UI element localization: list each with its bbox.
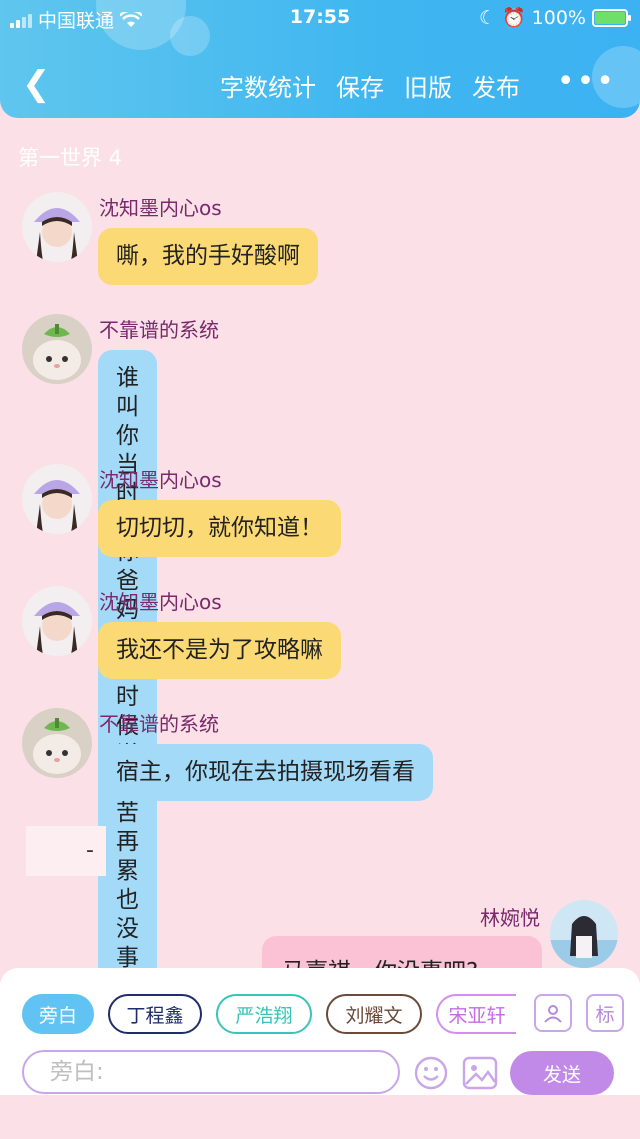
avatar-right[interactable] [550, 900, 618, 968]
bottom-safe-area [0, 1095, 640, 1139]
alarm-icon: ⏰ [502, 7, 526, 29]
role-chip-liu[interactable]: 刘耀文 [326, 994, 422, 1034]
nav-bar: ❮ 字数统计 保存 旧版 发布 ••• [0, 64, 640, 104]
character-icon[interactable] [534, 994, 572, 1032]
image-icon[interactable] [462, 1056, 498, 1090]
placeholder-message[interactable]: - [26, 826, 106, 876]
sender-name: 沈知墨内心os [99, 196, 222, 220]
battery-icon [592, 8, 631, 27]
message-bubble[interactable]: 嘶，我的手好酸啊 [98, 228, 318, 285]
avatar[interactable] [22, 192, 92, 262]
message-input[interactable]: 旁白: [22, 1050, 400, 1094]
role-chip-yan[interactable]: 严浩翔 [216, 994, 312, 1034]
sender-name-right: 林婉悦 [480, 906, 540, 930]
save-button[interactable]: 保存 [336, 68, 384, 103]
avatar[interactable] [22, 708, 92, 778]
publish-button[interactable]: 发布 [472, 68, 520, 103]
battery-percent: 100% [531, 6, 586, 29]
role-chips: 旁白 丁程鑫 严浩翔 刘耀文 宋亚轩 [22, 994, 516, 1034]
world-label: 第一世界 4 [18, 146, 123, 170]
role-chip-ding[interactable]: 丁程鑫 [108, 994, 202, 1034]
sender-name: 沈知墨内心os [99, 590, 222, 614]
status-bar: 中国联通 17:55 ☾ ⏰ 100% [0, 6, 640, 32]
word-count-button[interactable]: 字数统计 [220, 68, 316, 103]
message-bubble[interactable]: 切切切，就你知道！ [98, 500, 341, 557]
back-icon[interactable]: ❮ [22, 66, 51, 102]
old-version-button[interactable]: 旧版 [404, 68, 452, 103]
moon-icon: ☾ [478, 6, 496, 29]
role-chip-song[interactable]: 宋亚轩 [436, 994, 516, 1034]
more-icon[interactable]: ••• [557, 64, 616, 99]
avatar[interactable] [22, 314, 92, 384]
avatar[interactable] [22, 586, 92, 656]
send-button[interactable]: 发送 [510, 1051, 614, 1095]
emoji-icon[interactable] [414, 1056, 448, 1090]
message-bubble[interactable]: 谁叫你当时跟你爸妈说的时候说 再苦再累也没事的 [98, 350, 157, 1016]
dash-text: - [86, 838, 94, 863]
sender-name: 沈知墨内心os [99, 468, 222, 492]
sender-name: 不靠谱的系统 [99, 712, 219, 736]
role-chip-narration[interactable]: 旁白 [22, 994, 94, 1034]
compose-panel: 旁白 丁程鑫 严浩翔 刘耀文 宋亚轩 标 旁白: 发送 [0, 968, 640, 1095]
message-bubble[interactable]: 宿主，你现在去拍摄现场看看 [98, 744, 433, 801]
message-bubble[interactable]: 我还不是为了攻略嘛 [98, 622, 341, 679]
tag-icon[interactable]: 标 [586, 994, 624, 1032]
top-bar: 中国联通 17:55 ☾ ⏰ 100% ❮ 字数统计 保存 旧版 发布 ••• [0, 0, 640, 118]
sender-name: 不靠谱的系统 [99, 318, 219, 342]
avatar[interactable] [22, 464, 92, 534]
